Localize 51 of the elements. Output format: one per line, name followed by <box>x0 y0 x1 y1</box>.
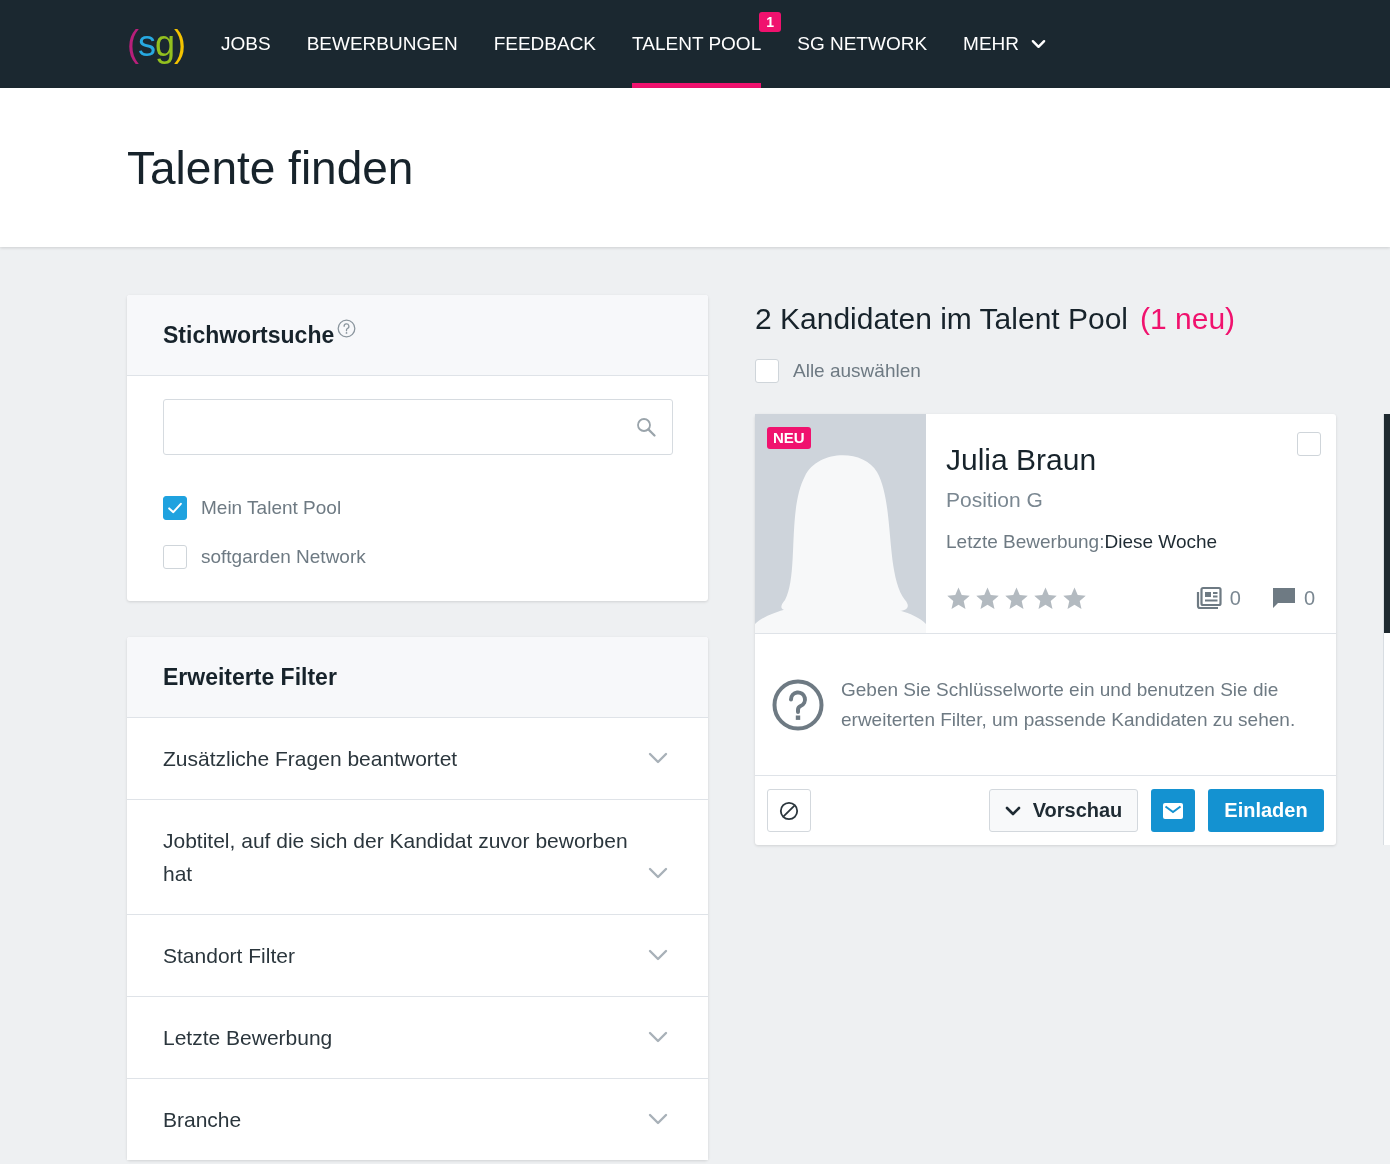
chevron-down-icon <box>1031 39 1046 49</box>
star-icon[interactable] <box>1004 585 1029 611</box>
filter-toggle[interactable]: Letzte Bewerbung <box>127 997 708 1079</box>
envelope-icon <box>1163 802 1183 819</box>
star-icon[interactable] <box>946 585 971 611</box>
last-application-value: Diese Woche <box>1104 531 1218 552</box>
nav-link[interactable]: BEWERBUNGEN <box>306 0 458 88</box>
checkbox-label: Mein Talent Pool <box>201 497 342 519</box>
star-icon[interactable] <box>1033 585 1058 611</box>
checkbox[interactable] <box>1297 432 1321 456</box>
star-icon[interactable] <box>1062 585 1087 611</box>
page-title: Talente finden <box>127 140 414 195</box>
nav-link[interactable]: SG NETWORK <box>797 0 928 88</box>
chevron-down-icon <box>1004 805 1021 816</box>
card-title: Stichwortsuche <box>163 321 335 349</box>
hint-text: Geben Sie Schlüsselworte ein und benutzen Sie die erweiterten Filter, um passende Kandidaten zu sehen. <box>841 677 1297 732</box>
filter-toggle[interactable]: Jobtitel, auf die sich der Kandidat zuvor beworben hat <box>127 800 708 915</box>
card-title: Erweiterte Filter <box>163 663 337 691</box>
block-button[interactable] <box>767 789 811 832</box>
candidate-name[interactable]: Julia Braun <box>946 440 1097 480</box>
filter-toggle[interactable]: Standort Filter <box>127 915 708 997</box>
new-count: (1 neu) <box>1140 302 1236 336</box>
filter-toggle[interactable]: Branche <box>127 1079 708 1160</box>
preview-button[interactable]: Vorschau <box>989 789 1138 832</box>
document-count: 0 <box>1229 586 1241 610</box>
results-heading: 2 Kandidaten im Talent Pool <box>755 302 1129 336</box>
checkbox-label: softgarden Network <box>201 546 366 568</box>
search-icon[interactable] <box>636 417 656 437</box>
email-button[interactable] <box>1151 789 1195 832</box>
candidate-position: Position G <box>946 487 1043 513</box>
block-icon <box>779 800 799 821</box>
help-icon[interactable] <box>337 318 357 338</box>
comment-count: 0 <box>1303 586 1315 610</box>
notification-badge: 1 <box>759 12 782 32</box>
help-icon <box>772 678 824 731</box>
filter-toggle[interactable]: Zusätzliche Fragen beantwortet <box>127 718 708 800</box>
checkbox-label: Alle auswählen <box>793 360 921 382</box>
comment-icon[interactable] <box>1271 587 1296 609</box>
search-field[interactable] <box>163 399 673 455</box>
nav-link[interactable]: MEHR <box>963 0 1046 88</box>
star-icon[interactable] <box>975 585 1000 611</box>
nav-link[interactable]: JOBS <box>221 0 271 88</box>
new-badge: NEU <box>767 427 811 449</box>
star-rating[interactable] <box>946 585 1087 611</box>
checkbox[interactable] <box>755 359 779 383</box>
document-icon[interactable] <box>1195 586 1222 610</box>
logo[interactable]: (sg) <box>127 0 186 88</box>
nav-link[interactable]: FEEDBACK <box>493 0 597 88</box>
checkbox[interactable] <box>163 545 187 569</box>
last-application-label: Letzte Bewerbung: <box>946 531 1105 552</box>
checkbox[interactable] <box>163 496 187 520</box>
